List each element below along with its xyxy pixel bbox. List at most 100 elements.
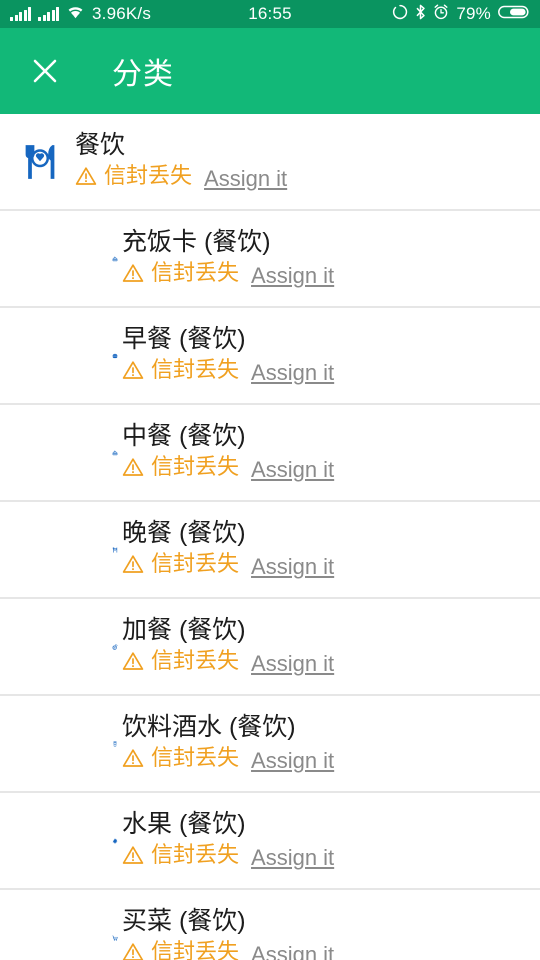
envelope-missing-warning: 信封丢失 [122, 357, 239, 383]
close-button[interactable] [28, 54, 62, 88]
assign-it-link[interactable]: Assign it [251, 942, 334, 960]
category-row[interactable]: 中餐 (餐饮) 信封丢失 Assign it [0, 405, 540, 502]
assign-it-link[interactable]: Assign it [204, 166, 287, 192]
category-icon-wrap [0, 918, 118, 958]
battery-percent: 79% [456, 4, 491, 23]
battery-icon [498, 4, 530, 25]
category-icon-wrap [0, 724, 118, 764]
assign-it-link[interactable]: Assign it [251, 845, 334, 871]
warning-triangle-icon [122, 458, 144, 476]
network-speed: 3.96K/s [92, 4, 152, 23]
category-row-body: 早餐 (餐饮) 信封丢失 Assign it [118, 324, 540, 386]
envelope-missing-warning: 信封丢失 [122, 648, 239, 674]
category-icon-wrap [0, 142, 72, 182]
category-icon-wrap [0, 530, 118, 570]
envelope-missing-warning: 信封丢失 [122, 842, 239, 868]
assign-it-link[interactable]: Assign it [251, 651, 334, 677]
envelope-missing-warning: 信封丢失 [75, 163, 192, 189]
category-row-status: 信封丢失 Assign it [122, 357, 540, 387]
wifi-icon [66, 4, 85, 24]
category-row[interactable]: 买菜 (餐饮) 信封丢失 Assign it [0, 890, 540, 960]
category-row[interactable]: 加餐 (餐饮) 信封丢失 Assign it [0, 599, 540, 696]
clock: 16:55 [248, 4, 292, 23]
category-title: 买菜 (餐饮) [122, 907, 246, 936]
category-row[interactable]: 餐饮 信封丢失 Assign it [0, 114, 540, 211]
warning-label: 信封丢失 [151, 647, 240, 673]
category-title: 饮料酒水 (餐饮) [122, 713, 296, 742]
page-title: 分类 [112, 58, 174, 91]
warning-label: 信封丢失 [104, 162, 193, 188]
warning-triangle-icon [122, 555, 144, 573]
warning-triangle-icon [122, 943, 144, 960]
category-icon-wrap [0, 627, 118, 667]
category-row[interactable]: 充饭卡 (餐饮) 信封丢失 Assign it [0, 211, 540, 308]
category-icon-wrap [0, 433, 118, 473]
category-row-body: 饮料酒水 (餐饮) 信封丢失 Assign it [118, 712, 540, 774]
status-bar-left: 3.96K/s [10, 4, 151, 24]
assign-it-link[interactable]: Assign it [251, 457, 334, 483]
category-row-status: 信封丢失 Assign it [122, 260, 540, 290]
app-bar: 分类 [0, 28, 540, 114]
warning-label: 信封丢失 [151, 259, 240, 285]
category-row-status: 信封丢失 Assign it [75, 163, 540, 193]
category-row-body: 晚餐 (餐饮) 信封丢失 Assign it [118, 518, 540, 580]
envelope-missing-warning: 信封丢失 [122, 454, 239, 480]
category-row-status: 信封丢失 Assign it [122, 648, 540, 678]
category-title: 餐饮 [75, 131, 126, 160]
category-row-status: 信封丢失 Assign it [122, 454, 540, 484]
signal-bars-sim2-icon [38, 7, 59, 21]
warning-label: 信封丢失 [151, 356, 240, 382]
status-bar-right: 79% [392, 4, 530, 25]
category-row[interactable]: 饮料酒水 (餐饮) 信封丢失 Assign it [0, 696, 540, 793]
status-bar: 3.96K/s 16:55 79% [0, 0, 540, 28]
category-title: 中餐 (餐饮) [122, 422, 246, 451]
envelope-missing-warning: 信封丢失 [122, 551, 239, 577]
warning-triangle-icon [122, 652, 144, 670]
cutlery-icon [20, 142, 60, 182]
category-title: 晚餐 (餐饮) [122, 519, 246, 548]
warning-triangle-icon [122, 264, 144, 282]
category-row-status: 信封丢失 Assign it [122, 842, 540, 872]
signal-bars-sim1-icon [10, 7, 31, 21]
category-title: 加餐 (餐饮) [122, 616, 246, 645]
bluetooth-icon [415, 4, 426, 25]
warning-label: 信封丢失 [151, 938, 240, 960]
category-row-body: 中餐 (餐饮) 信封丢失 Assign it [118, 421, 540, 483]
category-icon-wrap [0, 239, 118, 279]
warning-triangle-icon [122, 749, 144, 767]
category-row[interactable]: 早餐 (餐饮) 信封丢失 Assign it [0, 308, 540, 405]
envelope-missing-warning: 信封丢失 [122, 745, 239, 771]
category-row-body: 餐饮 信封丢失 Assign it [72, 130, 540, 192]
category-title: 充饭卡 (餐饮) [122, 228, 271, 257]
category-icon-wrap [0, 336, 118, 376]
warning-label: 信封丢失 [151, 841, 240, 867]
sync-icon [392, 4, 408, 25]
category-row[interactable]: 水果 (餐饮) 信封丢失 Assign it [0, 793, 540, 890]
category-row-status: 信封丢失 Assign it [122, 939, 540, 960]
assign-it-link[interactable]: Assign it [251, 360, 334, 386]
assign-it-link[interactable]: Assign it [251, 554, 334, 580]
warning-triangle-icon [122, 361, 144, 379]
category-row[interactable]: 晚餐 (餐饮) 信封丢失 Assign it [0, 502, 540, 599]
alarm-icon [433, 4, 449, 25]
category-title: 早餐 (餐饮) [122, 325, 246, 354]
category-title: 水果 (餐饮) [122, 810, 246, 839]
warning-label: 信封丢失 [151, 453, 240, 479]
envelope-missing-warning: 信封丢失 [122, 260, 239, 286]
close-icon [33, 59, 57, 83]
category-row-body: 买菜 (餐饮) 信封丢失 Assign it [118, 906, 540, 960]
warning-label: 信封丢失 [151, 550, 240, 576]
warning-triangle-icon [75, 167, 97, 185]
category-icon-wrap [0, 821, 118, 861]
assign-it-link[interactable]: Assign it [251, 748, 334, 774]
category-row-body: 加餐 (餐饮) 信封丢失 Assign it [118, 615, 540, 677]
envelope-missing-warning: 信封丢失 [122, 939, 239, 960]
category-row-status: 信封丢失 Assign it [122, 745, 540, 775]
category-row-body: 充饭卡 (餐饮) 信封丢失 Assign it [118, 227, 540, 289]
assign-it-link[interactable]: Assign it [251, 263, 334, 289]
category-row-status: 信封丢失 Assign it [122, 551, 540, 581]
warning-label: 信封丢失 [151, 744, 240, 770]
category-list: 餐饮 信封丢失 Assign it 充饭卡 (餐饮) 信封丢失 Assign it 早餐 (… [0, 114, 540, 960]
warning-triangle-icon [122, 846, 144, 864]
category-row-body: 水果 (餐饮) 信封丢失 Assign it [118, 809, 540, 871]
